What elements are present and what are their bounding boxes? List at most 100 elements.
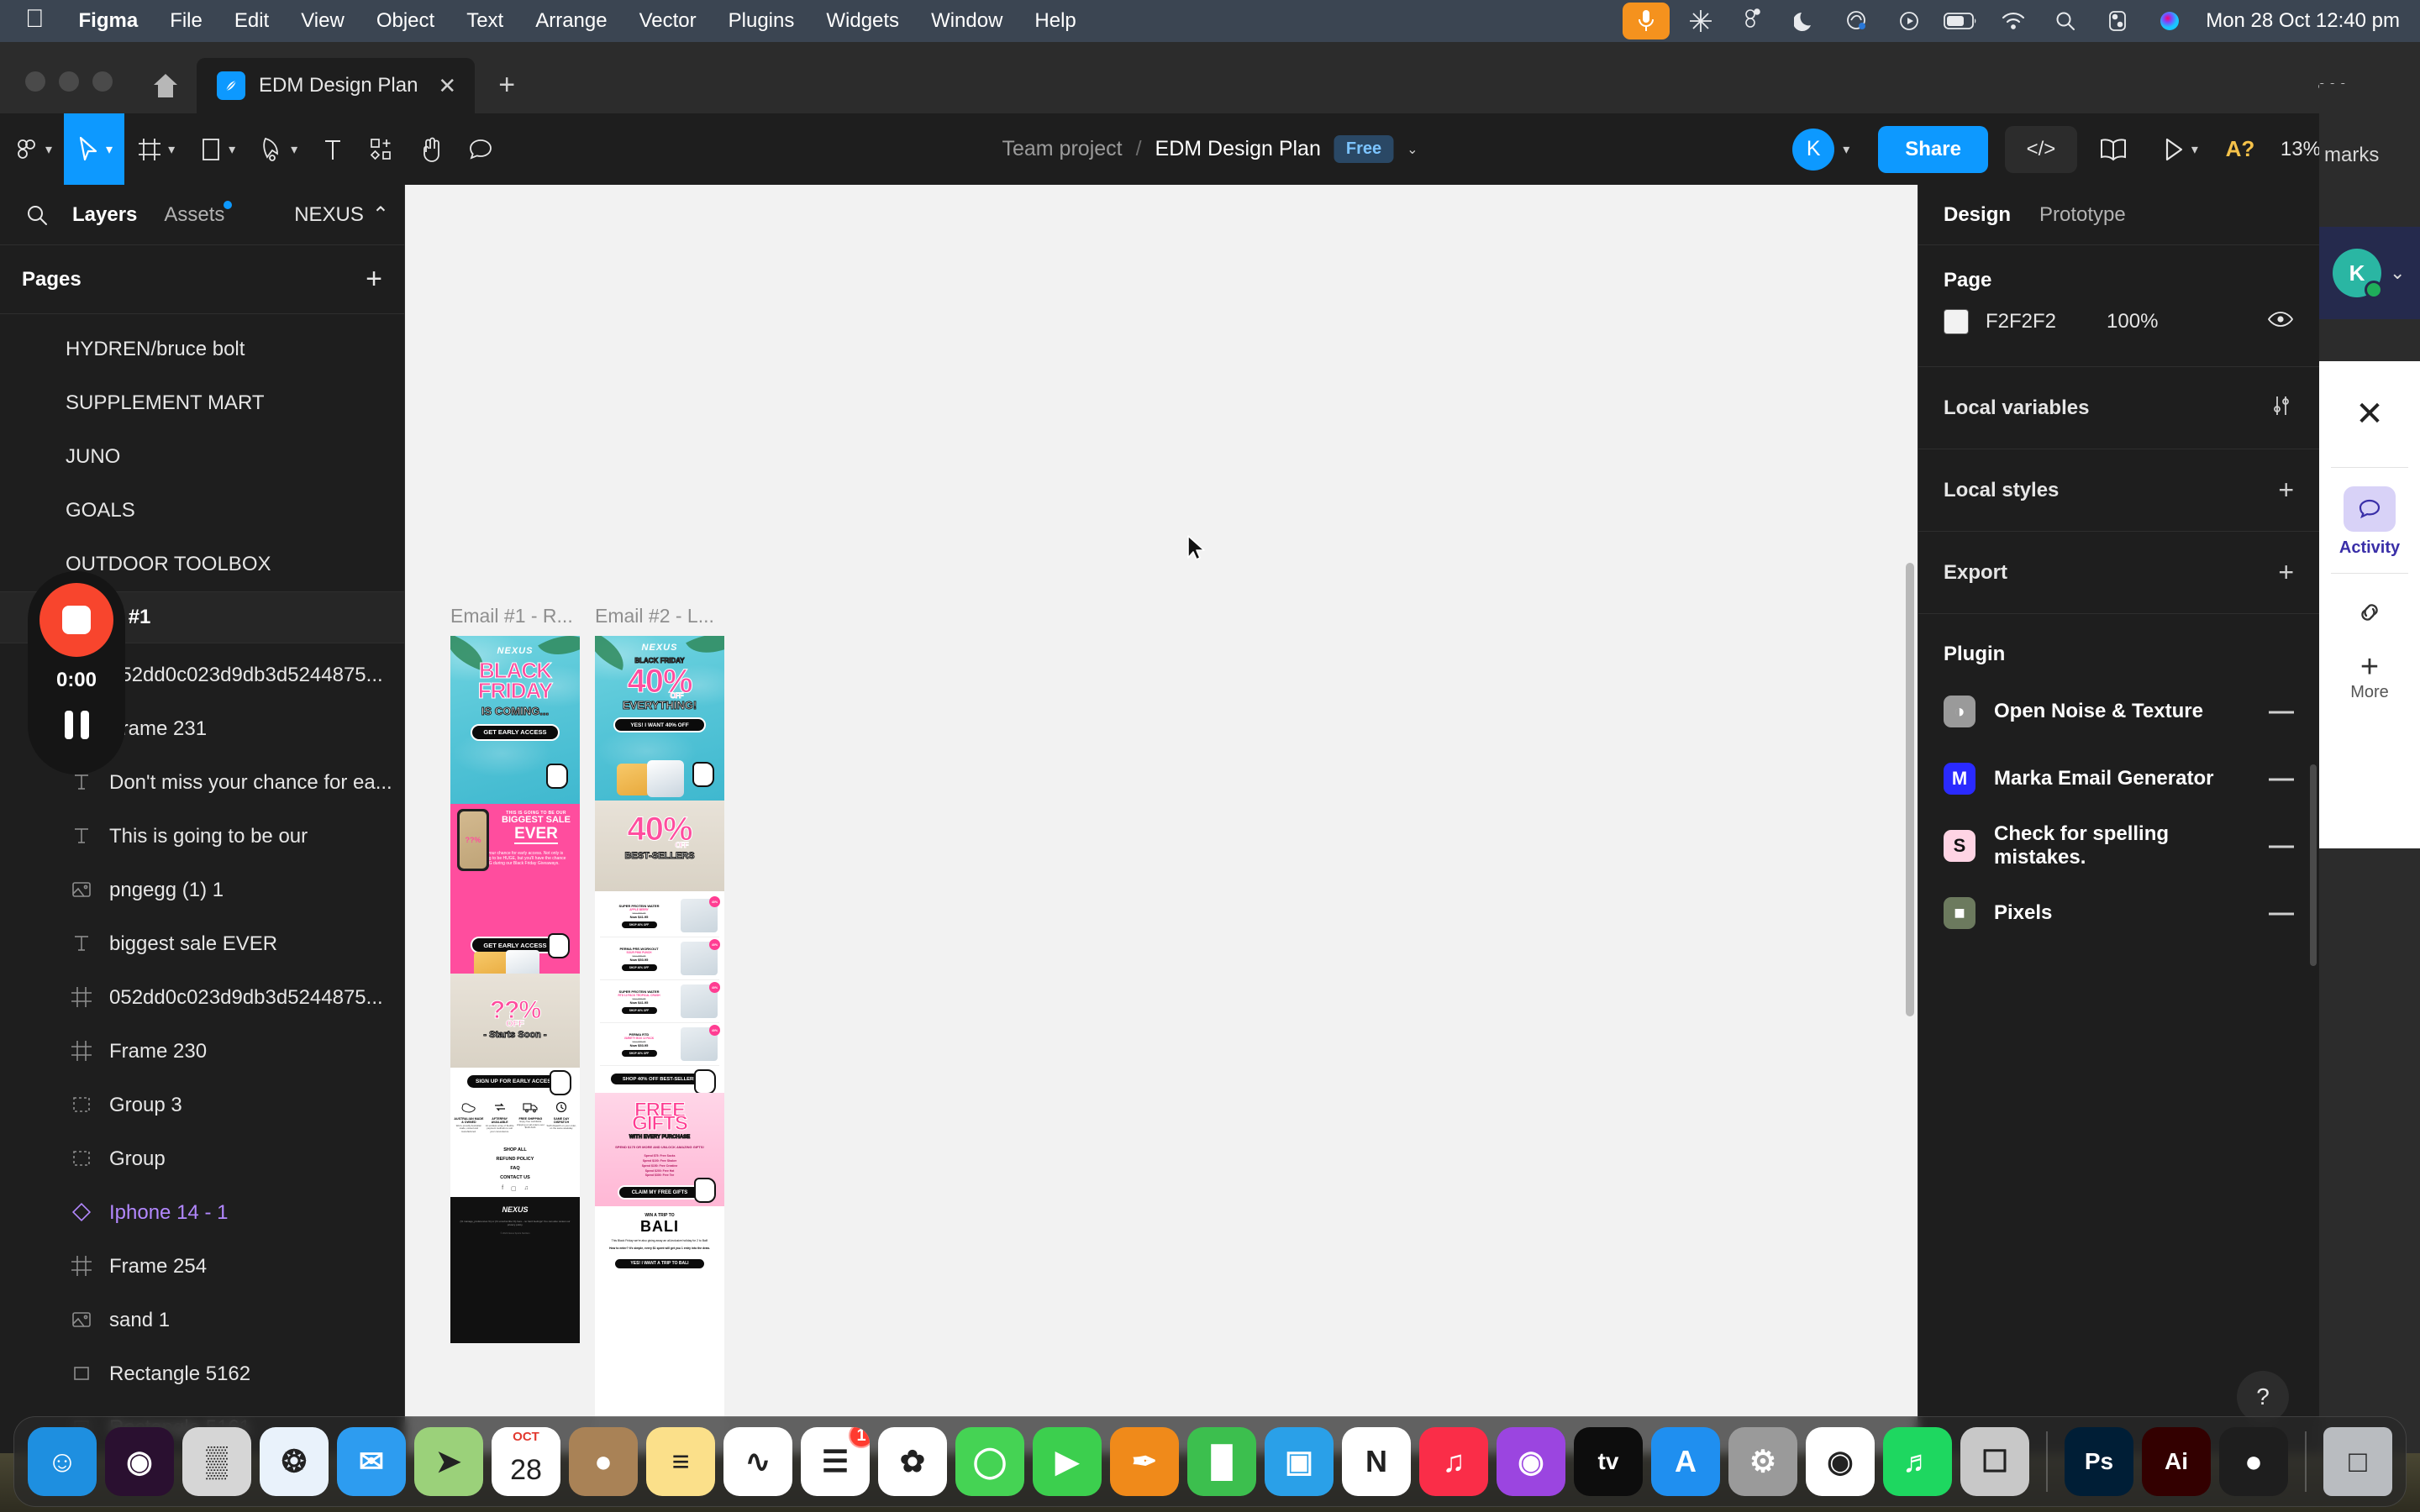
plugin-row[interactable]: M Marka Email Generator —: [1918, 745, 2319, 812]
main-menu-icon[interactable]: ▾: [0, 113, 64, 185]
numbers-icon[interactable]: █: [1187, 1427, 1256, 1496]
share-button[interactable]: Share: [1878, 125, 1988, 173]
section-local-variables[interactable]: Local variables: [1918, 367, 2319, 449]
email1-link-0[interactable]: SHOP ALL: [450, 1147, 580, 1152]
playback-icon[interactable]: [1883, 0, 1935, 42]
freeform-icon[interactable]: ∿: [723, 1427, 792, 1496]
layer-row[interactable]: biggest sale EVER: [0, 917, 404, 971]
plugin-row[interactable]: S Check for spelling mistakes. —: [1918, 812, 2319, 879]
color-swatch[interactable]: [1944, 309, 1969, 334]
wifi-icon[interactable]: [1987, 0, 2039, 42]
layer-row[interactable]: Iphone 14 - 1: [0, 1186, 404, 1240]
home-icon[interactable]: [134, 58, 197, 113]
layer-row[interactable]: Group: [0, 1132, 404, 1186]
podcasts-icon[interactable]: ◉: [1497, 1427, 1565, 1496]
help-button[interactable]: ?: [2237, 1371, 2289, 1423]
artboard-email-1[interactable]: NEXUS BLACK FRIDAY IS COMING... GET EARL…: [450, 636, 580, 1343]
remove-plugin-button[interactable]: —: [2269, 832, 2294, 860]
menu-item-plugins[interactable]: Plugins: [713, 9, 811, 33]
appletv-icon[interactable]: tv: [1574, 1427, 1643, 1496]
chrome-icon[interactable]: ◉: [1806, 1427, 1875, 1496]
hand-tool-icon[interactable]: [407, 113, 455, 185]
chevron-down-icon[interactable]: ⌄: [2390, 262, 2405, 284]
tab-prototype[interactable]: Prototype: [2039, 203, 2126, 227]
page-background-row[interactable]: F2F2F2 100%: [1918, 292, 2319, 351]
menu-item-view[interactable]: View: [285, 9, 360, 33]
menu-item-file[interactable]: File: [154, 9, 218, 33]
messages-icon[interactable]: ◯: [955, 1427, 1024, 1496]
close-icon[interactable]: ✕: [438, 73, 456, 99]
chevron-down-icon[interactable]: ▾: [1843, 141, 1849, 158]
siri-icon[interactable]: [2144, 0, 2196, 42]
photos-icon[interactable]: ✿: [878, 1427, 947, 1496]
remove-plugin-button[interactable]: —: [2269, 764, 2294, 793]
product-row[interactable]: PERMA RTD VARIETY BOX 12 PACK Was $89.95 No…: [600, 1023, 720, 1066]
remove-plugin-button[interactable]: —: [2269, 697, 2294, 726]
book-icon[interactable]: [2082, 124, 2144, 175]
apple-logo-icon[interactable]: : [0, 7, 63, 32]
maps-icon[interactable]: ➤: [414, 1427, 483, 1496]
settings-icon[interactable]: ⚙: [1728, 1427, 1797, 1496]
email2-cta-1[interactable]: YES! I WANT 40% OFF: [613, 717, 706, 733]
maximize-window-button[interactable]: [92, 71, 113, 92]
menu-item-widgets[interactable]: Widgets: [810, 9, 915, 33]
minimize-window-button[interactable]: [59, 71, 79, 92]
play-icon[interactable]: ▾: [2149, 124, 2212, 175]
trash-icon[interactable]: □: [2323, 1427, 2392, 1496]
email1-link-2[interactable]: FAQ: [450, 1166, 580, 1171]
eye-icon[interactable]: [2267, 310, 2294, 334]
moon-icon[interactable]: [1779, 0, 1831, 42]
music-icon[interactable]: ♫: [1419, 1427, 1488, 1496]
side-panel-item-more[interactable]: + More: [2319, 651, 2420, 712]
menu-item-figma[interactable]: Figma: [63, 9, 155, 33]
menu-bar-clock[interactable]: Mon 28 Oct 12:40 pm: [2196, 9, 2400, 33]
plus-icon[interactable]: +: [2278, 557, 2294, 588]
finder-icon[interactable]: ☺: [28, 1427, 97, 1496]
browser-tab[interactable]: EDM Design Plan ✕: [197, 58, 476, 113]
canvas-scrollbar[interactable]: [1906, 563, 1914, 1016]
close-icon[interactable]: ✕: [2319, 361, 2420, 467]
siri-icon[interactable]: ◉: [105, 1427, 174, 1496]
section-export[interactable]: Export +: [1918, 532, 2319, 614]
email1-link-3[interactable]: CONTACT US: [450, 1175, 580, 1180]
safari-icon[interactable]: ❂: [260, 1427, 329, 1496]
layer-row[interactable]: pngegg (1) 1: [0, 864, 404, 917]
email2-cta-gifts[interactable]: CLAIM MY FREE GIFTS: [618, 1185, 702, 1200]
figma-menu-icon[interactable]: [1727, 0, 1779, 42]
comment-tool-icon[interactable]: [455, 113, 506, 185]
notes-icon[interactable]: ≡: [646, 1427, 715, 1496]
assistant-button[interactable]: A?: [2217, 124, 2264, 175]
product-cta[interactable]: SHOP 40% OFF: [621, 1049, 657, 1057]
frame-tool-icon[interactable]: ▾: [124, 113, 187, 185]
layer-row[interactable]: sand 1: [0, 1294, 404, 1347]
plus-icon[interactable]: +: [2278, 475, 2294, 506]
product-row[interactable]: SUPER PROTEIN WATER APPLE BERRY Was $69.95…: [600, 895, 720, 937]
artboard-email-2[interactable]: NEXUS BLACK FRIDAY 40% OFF EVERYTHING! Y…: [595, 636, 724, 1453]
zoom-level[interactable]: 13%: [2269, 138, 2321, 161]
illustrator-icon[interactable]: Ai: [2142, 1427, 2211, 1496]
text-tool-icon[interactable]: [309, 113, 356, 185]
plan-badge[interactable]: Free: [1334, 135, 1394, 163]
page-item-0[interactable]: HYDREN/bruce bolt: [0, 323, 404, 376]
iphone-mirroring-icon[interactable]: ☐: [1960, 1427, 2029, 1496]
breadcrumb-team[interactable]: Team project: [1002, 137, 1122, 161]
calendar-icon[interactable]: OCT 28: [492, 1427, 560, 1496]
tab-assets[interactable]: Assets: [150, 200, 238, 227]
frame-label-email-1[interactable]: Email #1 - R...: [450, 605, 573, 627]
photoshop-icon[interactable]: Ps: [2065, 1427, 2133, 1496]
avatar[interactable]: K: [2333, 249, 2383, 299]
control-center-icon[interactable]: [2091, 0, 2144, 42]
layer-row[interactable]: Group 3: [0, 1079, 404, 1132]
actions-tool-icon[interactable]: [356, 113, 407, 185]
microphone-icon[interactable]: [1623, 3, 1670, 39]
cleanmymac-icon[interactable]: [1831, 0, 1883, 42]
side-panel-item-activity[interactable]: Activity: [2319, 468, 2420, 573]
layer-row[interactable]: Rectangle 5162: [0, 1347, 404, 1401]
product-cta[interactable]: SHOP 40% OFF: [621, 1006, 657, 1014]
reminders-icon[interactable]: ☰ 1: [801, 1427, 870, 1496]
tab-layers[interactable]: Layers: [59, 203, 150, 227]
menu-item-arrange[interactable]: Arrange: [519, 9, 623, 33]
sliders-icon[interactable]: [2269, 392, 2294, 423]
pause-icon[interactable]: [64, 711, 89, 739]
chevron-down-icon[interactable]: ⌄: [1407, 141, 1418, 158]
